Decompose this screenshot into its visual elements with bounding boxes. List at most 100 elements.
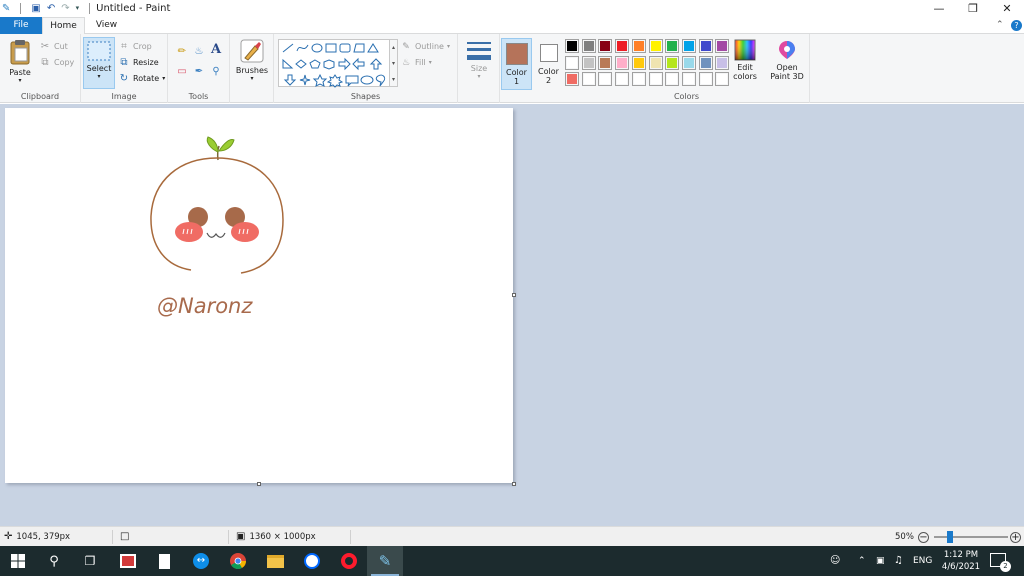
tab-home[interactable]: Home <box>42 17 85 34</box>
shapes-gallery-scroll[interactable]: ▴ ▾ ▾ <box>390 39 398 87</box>
taskbar-app-chrome[interactable] <box>220 546 256 576</box>
fill-bucket-icon[interactable]: ♨ <box>193 46 205 58</box>
minimize-ribbon-icon[interactable]: ⌃ <box>996 17 1004 34</box>
search-button[interactable]: ⚲ <box>36 546 72 576</box>
canvas-size-icon: ▣ <box>236 531 246 542</box>
pencil-icon[interactable]: ✏ <box>176 46 188 58</box>
brushes-button[interactable]: Brushes ▾ <box>234 38 270 82</box>
brushes-dropdown-icon[interactable]: ▾ <box>234 75 270 82</box>
customize-dropdown-icon[interactable]: ▾ <box>76 0 80 17</box>
taskbar-app-opera[interactable] <box>331 546 367 576</box>
copy-button[interactable]: ⧉ Copy <box>39 55 74 70</box>
help-icon[interactable]: ? <box>1011 20 1022 31</box>
zoom-slider-thumb[interactable] <box>946 531 953 543</box>
size-button[interactable]: Size ▾ <box>463 40 495 80</box>
network-icon[interactable]: ▣ <box>876 546 885 576</box>
color1-button[interactable]: Color 1 <box>501 38 532 90</box>
select-button[interactable]: Select ▾ <box>83 37 115 89</box>
color2-button[interactable]: Color 2 <box>533 38 564 90</box>
minimize-button[interactable]: — <box>922 0 956 17</box>
resize-label: Resize <box>133 58 159 67</box>
resize-handle-right[interactable] <box>512 293 516 297</box>
task-view-button[interactable]: ❐ <box>72 546 108 576</box>
taskbar-app-paint[interactable]: ✎ <box>367 546 403 576</box>
taskbar-app-zalo[interactable] <box>294 546 330 576</box>
undo-icon[interactable]: ↶ <box>47 0 55 17</box>
start-button[interactable] <box>0 546 36 576</box>
right-cheek <box>231 222 259 242</box>
signature-text: @Naronz <box>157 294 253 318</box>
show-hidden-icons-icon[interactable]: ⌃ <box>858 546 866 576</box>
people-icon[interactable]: ☺ <box>830 546 840 576</box>
magnifier-icon[interactable]: ⚲ <box>210 66 222 78</box>
crop-icon: ⌗ <box>121 40 127 52</box>
tab-file[interactable]: File <box>0 17 42 34</box>
redo-icon[interactable]: ↷ <box>61 0 69 17</box>
close-button[interactable]: ✕ <box>990 0 1024 17</box>
teamviewer-icon: ↔ <box>193 553 209 569</box>
color2-swatch <box>539 44 558 62</box>
notification-center-icon[interactable]: 2 <box>990 553 1011 572</box>
separator <box>350 530 351 544</box>
paste-button[interactable]: Paste ▾ <box>4 38 36 84</box>
rotate-label: Rotate <box>133 74 160 83</box>
select-label: Select <box>86 64 112 73</box>
title-bar: ✎ ▣ ↶ ↷ ▾ Untitled - Paint — ❐ ✕ <box>0 0 1024 17</box>
language-indicator[interactable]: ENG <box>913 546 932 576</box>
drawing-canvas[interactable]: @Naronz <box>5 108 513 483</box>
rotate-dropdown-icon[interactable]: ▾ <box>162 71 165 86</box>
color1-number: 1 <box>513 77 520 86</box>
resize-icon: ⧉ <box>120 56 128 68</box>
clock[interactable]: 1:12 PM 4/6/2021 <box>938 549 984 573</box>
selection-icon: □ <box>120 531 130 542</box>
outline-brush-icon: ✎ <box>402 41 410 52</box>
rotate-button[interactable]: ↻ Rotate ▾ <box>118 71 165 86</box>
zoom-out-icon: − <box>918 531 929 543</box>
volume-icon[interactable]: ♫ <box>894 546 903 576</box>
select-dropdown-icon[interactable]: ▾ <box>84 73 114 80</box>
resize-handle-bottom[interactable] <box>257 482 261 486</box>
open-paint3d-button[interactable]: Open Paint 3D <box>766 39 808 81</box>
color-picker-icon[interactable]: ✒ <box>193 66 205 78</box>
separator <box>20 3 22 14</box>
opera-icon <box>341 553 357 569</box>
zoom-text: 50% <box>895 532 914 542</box>
outline-button[interactable]: ✎ Outline ▾ <box>400 39 450 54</box>
canvas-size: ▣ 1360 × 1000px <box>236 527 316 547</box>
zoom-slider[interactable] <box>934 531 1008 543</box>
resize-button[interactable]: ⧉ Resize <box>118 55 159 70</box>
resize-handle-corner[interactable] <box>512 482 516 486</box>
canvas-size-text: 1360 × 1000px <box>249 532 316 542</box>
fill-button[interactable]: ♨ Fill ▾ <box>400 55 432 70</box>
chrome-icon <box>230 553 246 569</box>
taskbar-app-file-explorer[interactable] <box>257 546 293 576</box>
size-label: Size <box>470 64 488 73</box>
folder-icon <box>266 554 284 568</box>
paste-dropdown-icon[interactable]: ▾ <box>4 77 36 84</box>
save-icon[interactable]: ▣ <box>31 0 40 17</box>
search-icon: ⚲ <box>49 553 59 569</box>
copy-label: Copy <box>54 58 75 67</box>
sprout-leaf-right <box>218 139 235 152</box>
paint-app-icon[interactable]: ✎ <box>2 0 10 17</box>
taskbar-app-snipping[interactable] <box>110 546 146 576</box>
restore-button[interactable]: ❐ <box>956 0 990 17</box>
shapes-gallery[interactable] <box>278 39 390 88</box>
eraser-icon[interactable]: ▭ <box>176 66 188 78</box>
edit-colors-label-1: Edit <box>737 63 753 72</box>
copy-icon: ⧉ <box>41 56 49 68</box>
workspace[interactable]: @Naronz <box>0 104 1024 526</box>
text-tool-icon[interactable]: A <box>210 43 222 56</box>
zoom-in-button[interactable]: + <box>1010 527 1021 547</box>
tab-view[interactable]: View <box>85 17 128 34</box>
mouth <box>206 232 226 238</box>
taskbar-app-teamviewer[interactable]: ↔ <box>183 546 219 576</box>
window-title: Untitled - Paint <box>96 3 171 14</box>
edit-colors-button[interactable]: Edit colors <box>730 39 760 81</box>
notification-count-badge: 2 <box>1000 561 1011 572</box>
zoom-out-button[interactable]: − <box>918 527 929 547</box>
cut-button[interactable]: ✂ Cut <box>39 39 68 54</box>
crop-button[interactable]: ⌗ Crop <box>118 39 152 54</box>
taskbar-app-notepad[interactable] <box>146 546 182 576</box>
cursor-position: ✛ 1045, 379px <box>4 527 70 547</box>
